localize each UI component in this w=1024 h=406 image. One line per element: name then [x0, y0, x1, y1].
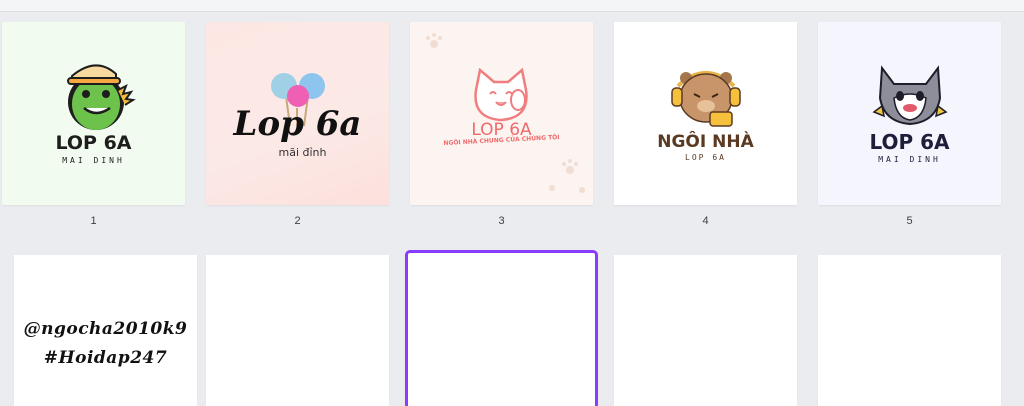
page-5-subtitle: MAI DINH	[878, 155, 941, 164]
page-number-5: 5	[906, 215, 913, 227]
page-thumbnail-3[interactable]: LOP 6A NGÔI NHÀ CHUNG CỦA CHÚNG TÔI	[410, 22, 593, 205]
page-6-line-1: @ngocha2010k9	[23, 319, 188, 339]
wolf-mascot-icon	[872, 65, 948, 126]
page-thumbnail-1[interactable]: LOP 6A MAI DINH	[2, 22, 185, 205]
page-thumbnail-6[interactable]: @ngocha2010k9 #Hoidap247	[14, 255, 197, 406]
page-1-title: LOP 6A	[55, 132, 132, 154]
page-number-3: 3	[498, 215, 505, 227]
page-number-2: 2	[294, 215, 301, 227]
page-thumbnail-2[interactable]: Lop 6a mãi đỉnh	[206, 22, 389, 205]
bear-headphones-icon	[671, 71, 741, 127]
page-thumbnail-7[interactable]	[206, 255, 389, 406]
page-thumbnail-10[interactable]	[818, 255, 1001, 406]
page-6-line-2: #Hoidap247	[43, 348, 168, 368]
page-2-subtitle: mãi đỉnh	[278, 146, 327, 159]
page-thumbnail-4[interactable]: NGÔI NHÀ LOP 6A	[614, 22, 797, 205]
page-number-1: 1	[90, 215, 97, 227]
page-thumbnail-5[interactable]: LOP 6A MAI DINH	[818, 22, 1001, 205]
page-4-subtitle: LOP 6A	[685, 153, 726, 162]
cat-mascot-icon	[474, 68, 528, 122]
page-2-title: Lop 6a	[233, 104, 362, 144]
page-1-subtitle: MAI DINH	[62, 156, 125, 165]
page-number-4: 4	[702, 215, 709, 227]
dinosaur-mascot-icon	[67, 64, 136, 130]
page-thumbnail-9[interactable]	[614, 255, 797, 406]
page-thumbnail-8-selected[interactable]	[405, 250, 598, 406]
page-4-title: NGÔI NHÀ	[657, 132, 754, 152]
top-bar	[0, 0, 1024, 12]
page-5-title: LOP 6A	[869, 130, 950, 154]
